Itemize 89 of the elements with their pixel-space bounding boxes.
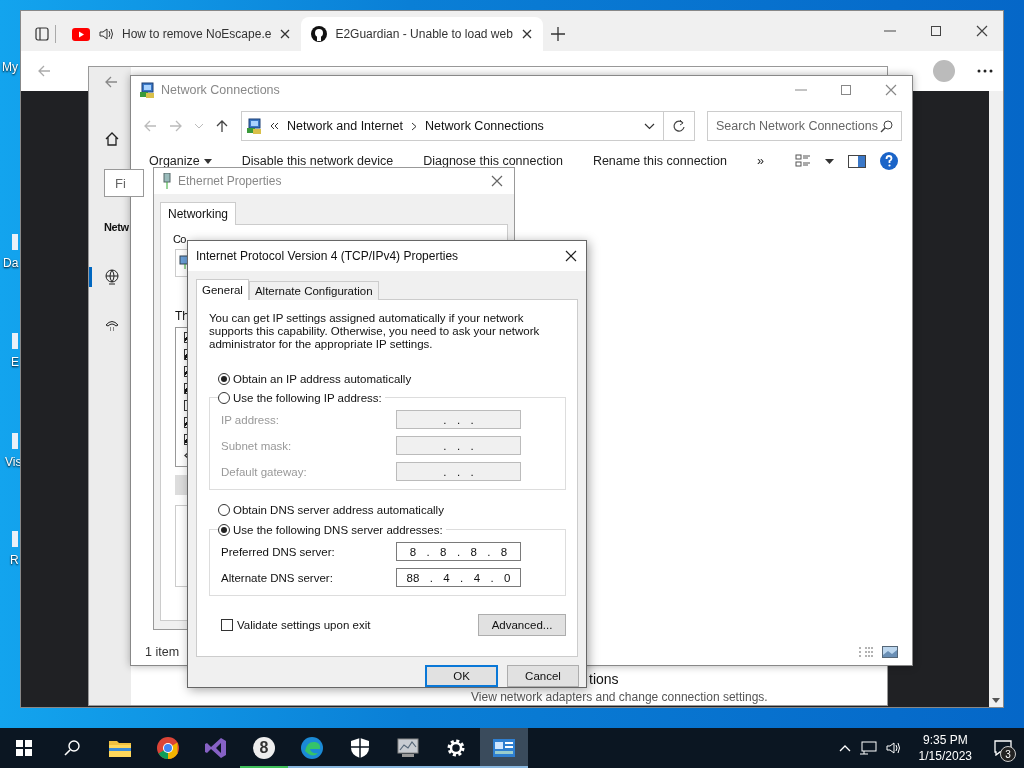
maximize-icon[interactable] — [929, 24, 943, 38]
close-icon[interactable] — [564, 249, 578, 263]
network-folder-icon — [246, 118, 262, 134]
toolbar-command[interactable]: Disable this network device — [241, 154, 394, 168]
network-adapter-icon — [162, 173, 172, 189]
tab[interactable]: Alternate Configuration — [248, 281, 379, 300]
network-icon[interactable] — [858, 741, 877, 755]
help-icon[interactable] — [880, 152, 898, 170]
description-text: You can get IP settings assigned automatically if your network supports this capability. Otherwise, you need to ask your network administrator for the appropriate IP settings. — [209, 312, 541, 351]
chevron-up-icon[interactable] — [838, 744, 851, 752]
up-icon[interactable] — [215, 119, 229, 133]
site-icon — [311, 26, 328, 42]
monitor-icon — [396, 738, 420, 758]
ip-address-field[interactable]: 8 . 8 . 8 . 8 — [396, 542, 521, 561]
ip-address-field[interactable]: 88 . 4 . 4 . 0 — [396, 568, 521, 587]
windows-logo-icon — [16, 740, 32, 756]
refresh-icon[interactable] — [672, 119, 686, 133]
shield-icon — [351, 738, 369, 758]
overflow-chevron-icon[interactable] — [270, 122, 279, 130]
settings-icon — [446, 738, 466, 758]
tab[interactable]: Networking — [160, 202, 237, 225]
dialog-title: Internet Protocol Version 4 (TCP/IPv4) Properties — [196, 249, 459, 263]
field-label: Preferred DNS server: — [221, 545, 335, 558]
close-tab-icon[interactable] — [520, 28, 533, 40]
large-icons-view-icon[interactable] — [882, 646, 898, 658]
tab[interactable]: General — [196, 279, 249, 300]
home-icon[interactable] — [104, 131, 120, 147]
close-icon[interactable] — [975, 24, 989, 38]
notification-count: 3 — [1000, 746, 1016, 762]
more-icon[interactable] — [977, 69, 993, 73]
window-title: Network Connections — [161, 83, 280, 97]
search-field[interactable]: Search Network Connections — [707, 111, 902, 141]
network-folder-icon — [139, 82, 155, 98]
cancel-button[interactable]: Cancel — [507, 665, 579, 687]
radio-button[interactable] — [218, 392, 230, 404]
view-options-icon[interactable] — [795, 154, 811, 168]
network-window-icon — [493, 739, 515, 757]
radio-button[interactable] — [218, 373, 230, 385]
breadcrumb-item[interactable]: Network Connections — [425, 119, 544, 133]
folder-icon — [109, 739, 131, 757]
tab-actions-icon[interactable] — [35, 27, 49, 41]
checkbox[interactable] — [221, 619, 233, 631]
caret-icon[interactable] — [825, 158, 834, 164]
app-icon: 8 — [253, 737, 275, 759]
scrollbar[interactable] — [989, 91, 1003, 707]
speaker-icon[interactable] — [98, 27, 114, 41]
video-site-icon — [72, 27, 90, 41]
preview-pane-icon[interactable] — [848, 154, 866, 168]
page-heading: Netw — [104, 221, 129, 233]
browser-tab[interactable]: How to remove NoEscape.e — [62, 17, 302, 51]
taskbar-button[interactable] — [480, 728, 528, 768]
address-bar[interactable]: Network and Internet Network Connections — [241, 111, 695, 141]
advanced-button[interactable]: Advanced... — [478, 614, 566, 636]
caret-icon — [203, 158, 212, 164]
breadcrumb-item[interactable]: Network and Internet — [287, 119, 404, 133]
taskbar-button[interactable]: 8 — [240, 728, 288, 768]
chevron-right-icon — [411, 121, 418, 131]
search-icon — [64, 740, 80, 756]
toolbar-command[interactable]: Diagnose this connection — [423, 154, 563, 168]
new-tab-icon[interactable] — [550, 27, 565, 41]
toolbar-command[interactable]: Rename this connection — [592, 154, 727, 168]
browser-tab[interactable]: E2Guardian - Unable to load web — [301, 17, 543, 51]
volume-icon[interactable] — [884, 741, 903, 755]
browser-icon — [157, 737, 179, 759]
radio-button[interactable] — [218, 524, 230, 536]
checkbox-label[interactable]: Validate settings upon exit — [237, 619, 371, 631]
radio-button[interactable] — [218, 504, 230, 516]
window-title: Ethernet Properties — [178, 174, 282, 188]
toolbar-command[interactable]: Organize — [149, 154, 212, 168]
field-label: IP address: — [221, 413, 279, 426]
section-description[interactable]: View network adapters and change connection settings. — [471, 690, 768, 704]
dropdown-icon[interactable] — [644, 122, 655, 130]
back-icon[interactable] — [104, 75, 118, 89]
wave-circle-icon — [301, 737, 323, 759]
ribbon-icon — [205, 737, 227, 759]
search-field[interactable]: Fi — [104, 169, 144, 197]
field-label: Default gateway: — [221, 465, 307, 478]
field-label: Alternate DNS server: — [221, 571, 333, 584]
field-label: Subnet mask: — [221, 439, 292, 452]
ok-button[interactable]: OK — [425, 665, 498, 687]
section-title: tions — [589, 671, 619, 689]
clock[interactable]: 9:35 PM 1/15/2023 — [910, 732, 980, 764]
more-commands-button[interactable]: » — [757, 154, 764, 168]
field-label: Co — [173, 233, 186, 245]
search-icon — [880, 119, 893, 133]
status-text: 1 item — [145, 645, 180, 659]
notifications-icon[interactable] — [994, 740, 1012, 756]
close-tab-icon[interactable] — [279, 28, 292, 40]
globe-icon — [104, 269, 120, 285]
